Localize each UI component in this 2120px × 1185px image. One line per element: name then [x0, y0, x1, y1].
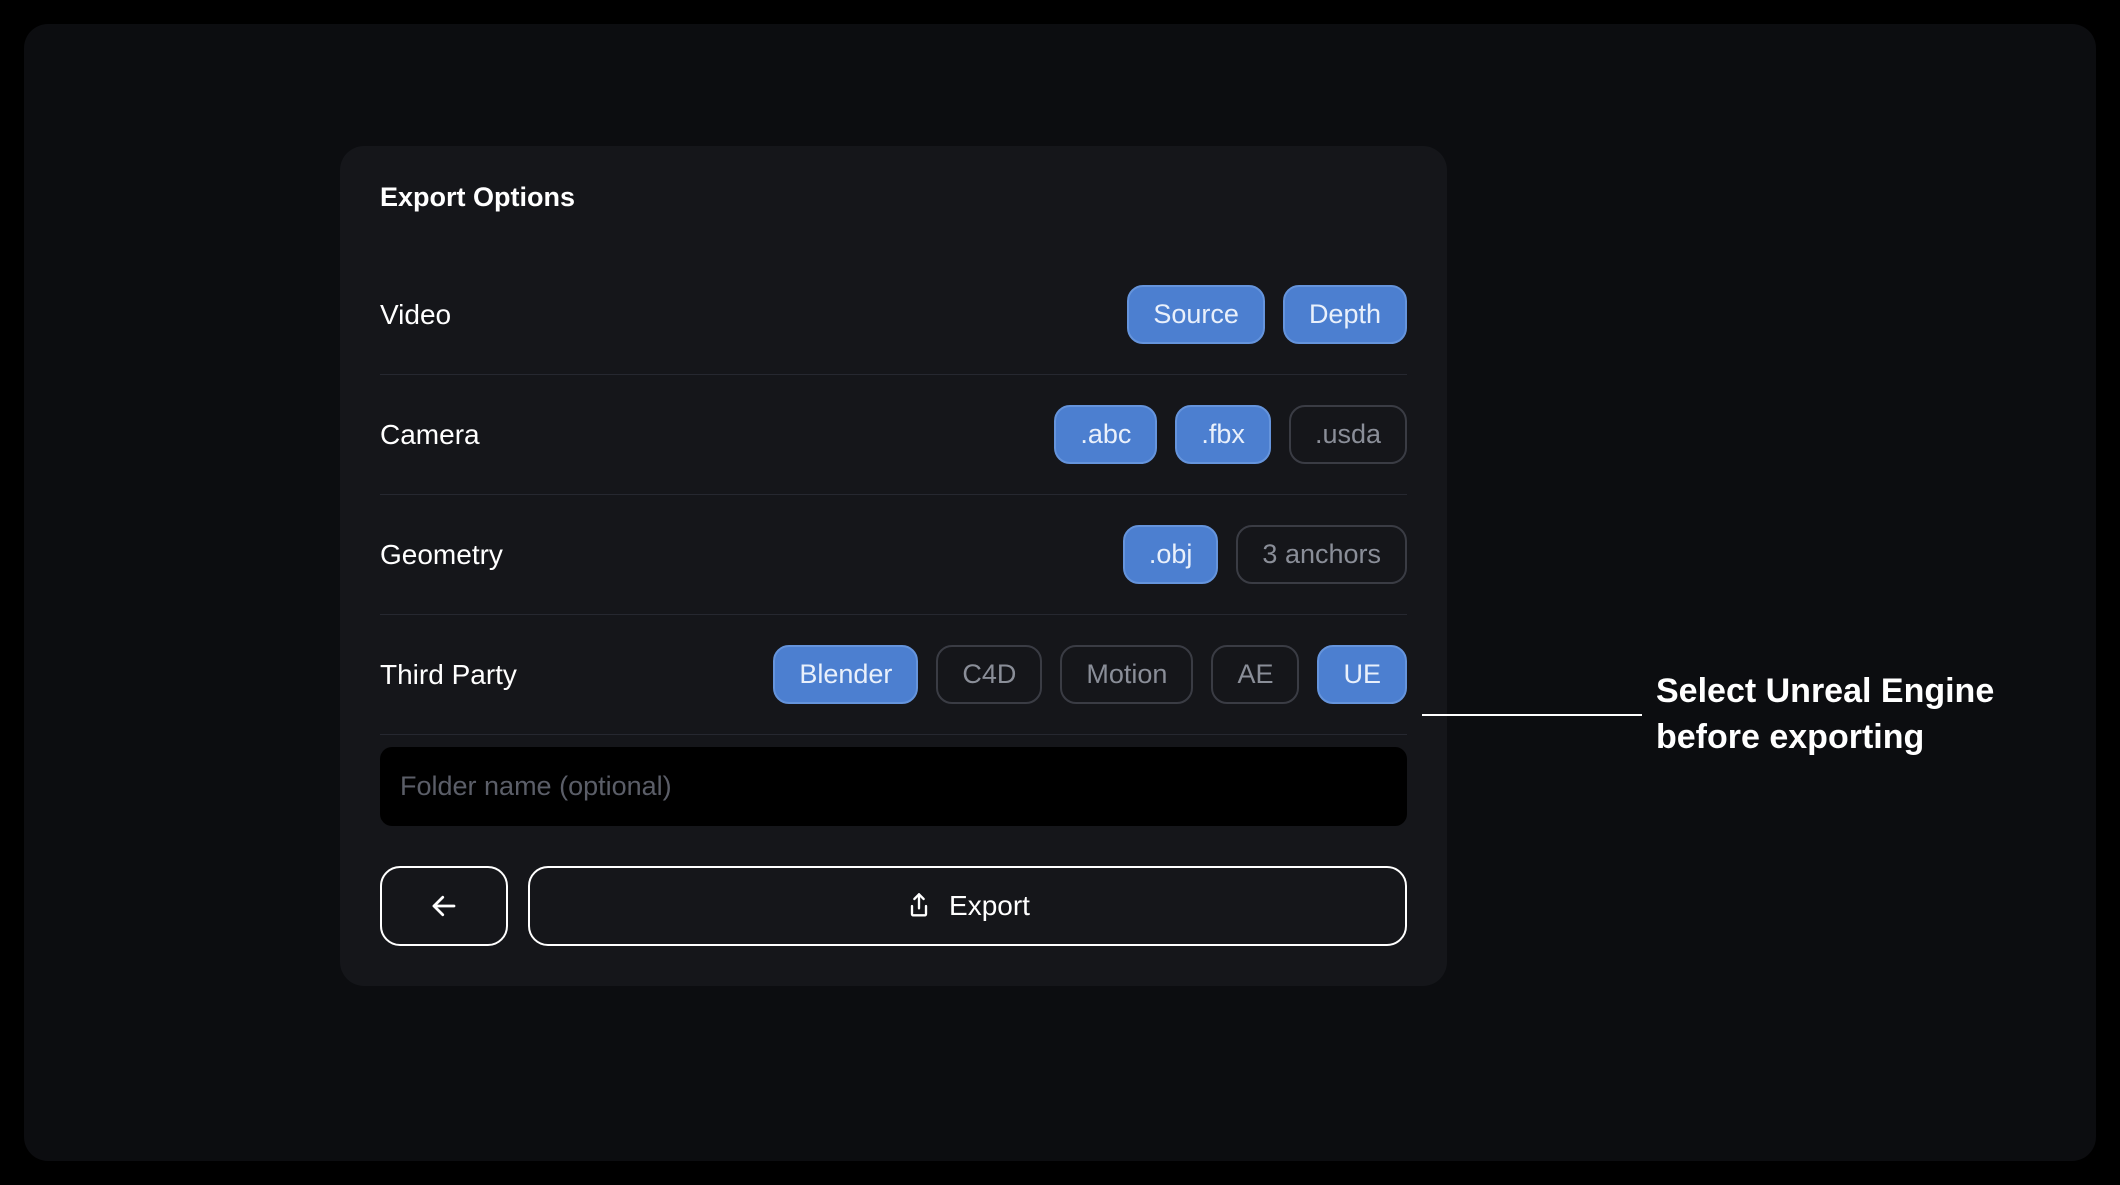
third-party-chip-group: Blender C4D Motion AE UE: [773, 645, 1407, 704]
row-geometry: Geometry .obj 3 anchors: [380, 495, 1407, 615]
row-third-party: Third Party Blender C4D Motion AE UE: [380, 615, 1407, 735]
chip-third-party-blender[interactable]: Blender: [773, 645, 918, 704]
annotation-line-2: before exporting: [1656, 715, 1994, 761]
video-chip-group: Source Depth: [1127, 285, 1407, 344]
app-frame: Export Options Video Source Depth Camera…: [24, 24, 2096, 1161]
annotation-leader-line: [1422, 714, 1642, 716]
arrow-left-icon: [429, 891, 459, 921]
row-camera-label: Camera: [380, 419, 480, 451]
panel-title: Export Options: [380, 182, 1407, 213]
annotation-callout: Select Unreal Engine before exporting: [1656, 669, 1994, 761]
chip-geometry-obj[interactable]: .obj: [1123, 525, 1219, 584]
chip-third-party-ae[interactable]: AE: [1211, 645, 1299, 704]
row-third-party-label: Third Party: [380, 659, 517, 691]
geometry-chip-group: .obj 3 anchors: [1123, 525, 1407, 584]
folder-name-input[interactable]: [380, 747, 1407, 826]
chip-third-party-ue[interactable]: UE: [1317, 645, 1407, 704]
back-button[interactable]: [380, 866, 508, 946]
row-camera: Camera .abc .fbx .usda: [380, 375, 1407, 495]
annotation-line-1: Select Unreal Engine: [1656, 669, 1994, 715]
chip-third-party-motion[interactable]: Motion: [1060, 645, 1193, 704]
chip-camera-usda[interactable]: .usda: [1289, 405, 1407, 464]
row-geometry-label: Geometry: [380, 539, 503, 571]
chip-geometry-anchors[interactable]: 3 anchors: [1236, 525, 1407, 584]
export-button[interactable]: Export: [528, 866, 1407, 946]
chip-camera-abc[interactable]: .abc: [1054, 405, 1157, 464]
chip-video-source[interactable]: Source: [1127, 285, 1265, 344]
share-icon: [905, 892, 933, 920]
chip-camera-fbx[interactable]: .fbx: [1175, 405, 1271, 464]
export-options-panel: Export Options Video Source Depth Camera…: [340, 146, 1447, 986]
camera-chip-group: .abc .fbx .usda: [1054, 405, 1407, 464]
row-video: Video Source Depth: [380, 255, 1407, 375]
row-video-label: Video: [380, 299, 451, 331]
export-button-label: Export: [949, 890, 1030, 922]
bottom-button-row: Export: [380, 866, 1407, 946]
chip-video-depth[interactable]: Depth: [1283, 285, 1407, 344]
chip-third-party-c4d[interactable]: C4D: [936, 645, 1042, 704]
